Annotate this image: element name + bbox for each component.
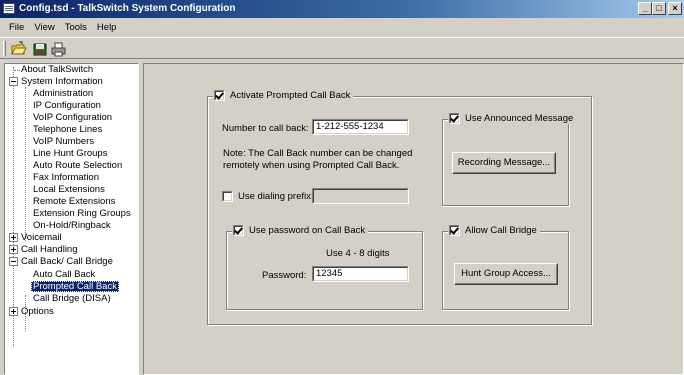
- app-window-icon[interactable]: [3, 3, 15, 14]
- tree-item-line-hunt-groups[interactable]: Line Hunt Groups: [31, 148, 109, 160]
- tree-item-label: On-Hold/Ringback: [33, 220, 111, 231]
- tree-item-fax-information[interactable]: Fax Information: [31, 172, 101, 184]
- tree-connector: [13, 67, 14, 347]
- tree-item-prompted-call-back[interactable]: Prompted Call Back: [31, 281, 119, 293]
- tree-item-label: Auto Route Selection: [33, 160, 123, 171]
- tree-item-local-extensions[interactable]: Local Extensions: [31, 184, 107, 196]
- minimize-icon[interactable]: _: [638, 2, 652, 15]
- tree-item-label: Line Hunt Groups: [33, 148, 108, 159]
- use-dialing-prefix-label: Use dialing prefix:: [238, 191, 314, 202]
- checkbox-checked-icon[interactable]: [214, 90, 225, 101]
- menu-view[interactable]: View: [29, 22, 59, 33]
- print-icon[interactable]: [50, 41, 67, 57]
- use-announced-message-label: Use Announced Message: [465, 113, 574, 124]
- tree-item-label: Auto Call Back: [33, 269, 96, 280]
- save-disk-icon[interactable]: [32, 41, 49, 57]
- tree-item-label: Prompted Call Back: [31, 281, 119, 292]
- use-password-checkbox[interactable]: Use password on Call Back: [232, 225, 369, 236]
- password-label: Password:: [262, 270, 307, 281]
- tree-item-call-bridge-disa[interactable]: Call Bridge (DISA): [31, 293, 113, 305]
- tree-item-label: Telephone Lines: [33, 124, 103, 135]
- expand-icon[interactable]: [9, 307, 18, 316]
- tree-item-voicemail[interactable]: Voicemail: [9, 232, 64, 244]
- tree-item-call-handling[interactable]: Call Handling: [9, 244, 80, 256]
- allow-call-bridge-label: Allow Call Bridge: [465, 225, 537, 236]
- window-controls: _ □ ×: [638, 2, 682, 15]
- tree-item-administration[interactable]: Administration: [31, 88, 95, 100]
- checkbox-checked-icon[interactable]: [449, 225, 460, 236]
- menu-tools[interactable]: Tools: [60, 22, 92, 33]
- tree-item-voip-configuration[interactable]: VoIP Configuration: [31, 112, 114, 124]
- tree-item-label: System Information: [21, 76, 103, 87]
- collapse-icon[interactable]: [9, 77, 18, 86]
- call-back-note-line2: remotely when using Prompted Call Back.: [223, 160, 400, 171]
- recording-message-button[interactable]: Recording Message...: [452, 152, 556, 174]
- title-bar[interactable]: Config.tsd - TalkSwitch System Configura…: [0, 0, 684, 18]
- maximize-icon[interactable]: □: [652, 2, 666, 15]
- use-dialing-prefix-checkbox[interactable]: Use dialing prefix:: [222, 191, 314, 202]
- toolbar: [0, 37, 684, 59]
- tree-item-label: Remote Extensions: [33, 196, 116, 207]
- close-icon[interactable]: ×: [668, 2, 682, 15]
- tree-item-telephone-lines[interactable]: Telephone Lines: [31, 124, 104, 136]
- collapse-icon[interactable]: [9, 257, 18, 266]
- tree-connector: [25, 87, 26, 241]
- tree-item-options[interactable]: Options: [9, 306, 56, 318]
- tree-item-auto-route-selection[interactable]: Auto Route Selection: [31, 160, 124, 172]
- tree-item-label: Voicemail: [21, 232, 62, 243]
- tree-item-voip-numbers[interactable]: VoIP Numbers: [31, 136, 96, 148]
- password-hint: Use 4 - 8 digits: [326, 248, 390, 259]
- checkbox-unchecked-icon[interactable]: [222, 191, 233, 202]
- tree-item-label: VoIP Numbers: [33, 136, 95, 147]
- checkbox-checked-icon[interactable]: [233, 225, 244, 236]
- toolbar-grip[interactable]: [3, 41, 6, 56]
- number-to-call-back-input[interactable]: 1-212-555-1234: [312, 119, 409, 135]
- tree-item-label: Local Extensions: [33, 184, 105, 195]
- window-title: Config.tsd - TalkSwitch System Configura…: [19, 3, 236, 14]
- activate-prompted-call-back-checkbox[interactable]: Activate Prompted Call Back: [213, 90, 354, 101]
- expand-icon[interactable]: [9, 245, 18, 254]
- use-announced-message-checkbox[interactable]: Use Announced Message: [448, 113, 577, 124]
- hunt-group-access-button[interactable]: Hunt Group Access...: [454, 263, 558, 285]
- navigation-tree[interactable]: About TalkSwitch System Information Admi…: [4, 63, 139, 375]
- dialing-prefix-input[interactable]: [312, 188, 409, 204]
- number-to-call-back-label: Number to call back:: [222, 123, 309, 134]
- call-back-note-line1: Note: The Call Back number can be change…: [223, 148, 413, 159]
- tree-item-extension-ring-groups[interactable]: Extension Ring Groups: [31, 208, 133, 220]
- tree-item-system-information[interactable]: System Information: [9, 76, 105, 88]
- checkbox-checked-icon[interactable]: [449, 113, 460, 124]
- tree-item-label: Options: [21, 306, 54, 317]
- tree-item-label: VoIP Configuration: [33, 112, 113, 123]
- open-folder-icon[interactable]: [10, 41, 27, 57]
- activate-prompted-call-back-label: Activate Prompted Call Back: [230, 90, 351, 101]
- tree-item-label: Call Handling: [21, 244, 78, 255]
- tree-item-about-talkswitch[interactable]: About TalkSwitch: [19, 64, 95, 76]
- tree-item-call-back-call-bridge[interactable]: Call Back/ Call Bridge: [9, 256, 115, 268]
- tree-item-label: Fax Information: [33, 172, 99, 183]
- tree-item-label: Call Back/ Call Bridge: [21, 256, 113, 267]
- menu-file[interactable]: File: [4, 22, 29, 33]
- expand-icon[interactable]: [9, 233, 18, 242]
- tree-item-ip-configuration[interactable]: IP Configuration: [31, 100, 103, 112]
- tree-item-auto-call-back[interactable]: Auto Call Back: [31, 269, 97, 281]
- tree-item-label: About TalkSwitch: [21, 64, 94, 75]
- use-password-label: Use password on Call Back: [249, 225, 366, 236]
- tree-item-on-hold-ringback[interactable]: On-Hold/Ringback: [31, 220, 113, 232]
- allow-call-bridge-checkbox[interactable]: Allow Call Bridge: [448, 225, 540, 236]
- password-input[interactable]: 12345: [312, 266, 409, 282]
- menu-help[interactable]: Help: [92, 22, 122, 33]
- tree-item-label: Extension Ring Groups: [33, 208, 131, 219]
- tree-item-remote-extensions[interactable]: Remote Extensions: [31, 196, 117, 208]
- menu-bar: File View Tools Help: [0, 18, 684, 36]
- tree-item-label: IP Configuration: [33, 100, 101, 111]
- tree-item-label: Administration: [33, 88, 94, 99]
- tree-item-label: Call Bridge (DISA): [33, 293, 111, 304]
